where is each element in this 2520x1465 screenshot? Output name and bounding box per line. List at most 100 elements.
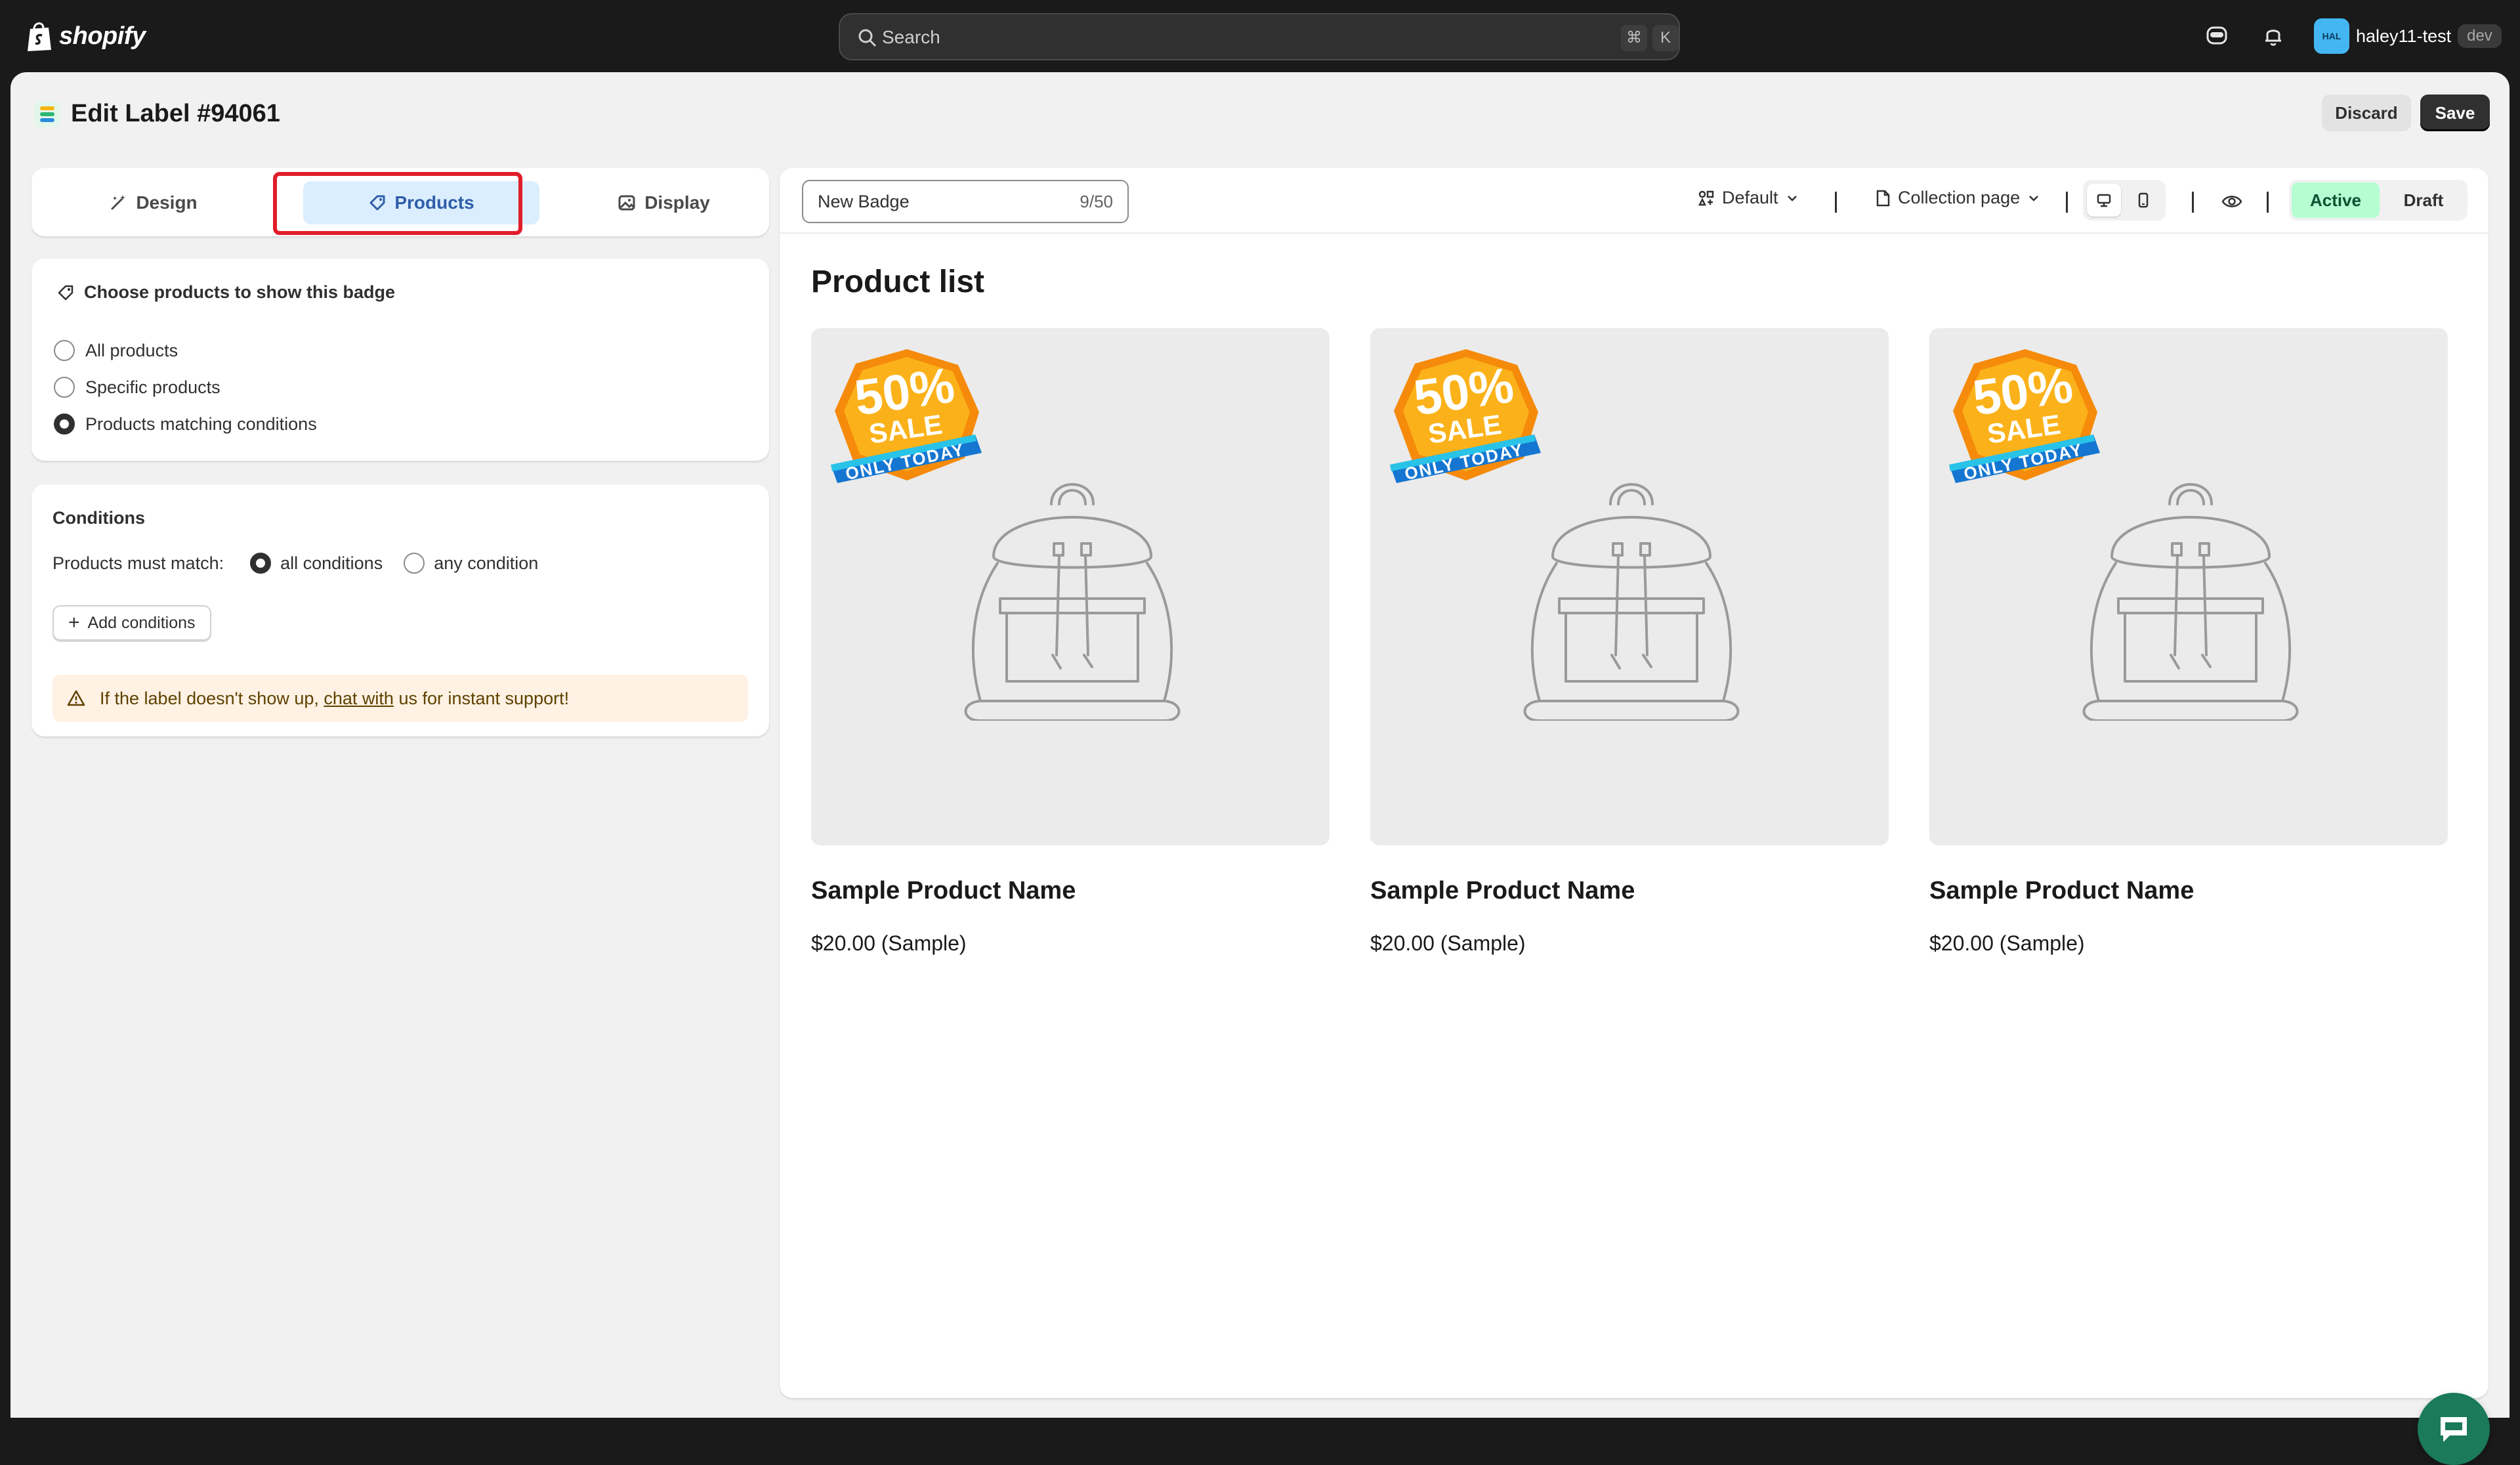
preview-toolbar: New Badge 9/50 Default Collection page A… (780, 168, 2488, 234)
user-menu[interactable]: HAL haley11-test dev (2314, 18, 2502, 54)
match-row: Products must match: all conditions any … (52, 553, 559, 574)
product-name: Sample Product Name (1929, 877, 2194, 904)
radio-circle[interactable] (54, 414, 75, 435)
radio-specific-products[interactable]: Specific products (54, 377, 220, 398)
backpack-placeholder-icon (2082, 483, 2299, 721)
radio-all-conditions[interactable]: all conditions (250, 553, 383, 574)
tab-products[interactable]: Products (303, 181, 539, 224)
editor-tabs: Design Products Display (32, 168, 769, 236)
shopify-logo[interactable]: shopify (25, 20, 146, 53)
top-bar: shopify Search ⌘ K HAL haley11-test dev (0, 0, 2520, 72)
product-card: 50% SALE ONLY TODAY Sample Product Name … (811, 328, 1330, 956)
status-toggle: Active Draft (2289, 180, 2468, 221)
style-select[interactable]: Default (1697, 188, 1799, 208)
product-image: 50% SALE ONLY TODAY (811, 328, 1330, 845)
add-conditions-button[interactable]: + Add conditions (52, 605, 211, 641)
magic-wand-icon (111, 195, 126, 210)
page-title: Edit Label #94061 (71, 100, 280, 127)
radio-label: Products matching conditions (85, 414, 317, 434)
desktop-view-button[interactable] (2087, 184, 2121, 217)
radio-circle[interactable] (404, 553, 425, 574)
product-card: 50% SALE ONLY TODAY Sample Product Name … (1370, 328, 1889, 956)
toolbar-divider (1835, 192, 1837, 213)
plus-icon: + (68, 612, 80, 633)
chat-with-link[interactable]: chat with (324, 689, 394, 708)
search-icon (858, 29, 877, 47)
char-counter: 9/50 (1080, 191, 1113, 211)
layout-options-icon (1698, 190, 1714, 205)
product-selection-card: Choose products to show this badge All p… (32, 259, 769, 461)
status-draft-button[interactable]: Draft (2382, 182, 2465, 218)
save-button[interactable]: Save (2420, 95, 2490, 131)
notification-bell-icon[interactable] (2260, 22, 2286, 49)
store-badge: dev (2458, 24, 2502, 48)
product-price: $20.00 (Sample) (1929, 931, 2085, 955)
radio-all-products[interactable]: All products (54, 340, 178, 361)
tab-design[interactable]: Design (32, 181, 274, 224)
product-image: 50% SALE ONLY TODAY (1929, 328, 2448, 845)
product-price: $20.00 (Sample) (811, 931, 967, 955)
support-text-prefix: If the label doesn't show up, (100, 688, 324, 708)
toolbar-divider (2192, 192, 2194, 213)
backpack-placeholder-icon (1523, 483, 1740, 721)
toolbar-divider (2267, 192, 2269, 213)
backpack-placeholder-icon (964, 483, 1181, 721)
radio-any-condition[interactable]: any condition (404, 553, 538, 574)
chat-support-button[interactable] (2418, 1393, 2490, 1465)
support-banner: If the label doesn't show up, chat with … (52, 675, 748, 722)
user-name: haley11-test (2356, 26, 2452, 46)
page-header: Edit Label #94061 (34, 100, 280, 128)
conditions-heading: Conditions (52, 508, 145, 528)
discard-button[interactable]: Discard (2322, 95, 2411, 131)
support-text: If the label doesn't show up, chat with … (100, 689, 569, 709)
product-list-title: Product list (811, 265, 985, 299)
page-icon (1876, 190, 1890, 206)
product-image: 50% SALE ONLY TODAY (1370, 328, 1889, 845)
search-bar[interactable]: Search ⌘ K (839, 13, 1680, 60)
desktop-icon (2097, 194, 2111, 207)
radio-label: all conditions (280, 553, 383, 573)
radio-circle[interactable] (54, 377, 75, 398)
radio-label: Specific products (85, 377, 220, 397)
section-heading: Choose products to show this badge (56, 282, 395, 303)
tab-label: Display (644, 192, 710, 213)
preview-eye-icon[interactable] (2221, 190, 2243, 213)
mobile-view-button[interactable] (2126, 184, 2160, 217)
conditions-card: Conditions Products must match: all cond… (32, 484, 769, 736)
radio-circle[interactable] (250, 553, 272, 574)
shortcut-cmd-key: ⌘ (1621, 25, 1647, 51)
chevron-down-icon (2029, 195, 2039, 202)
shortcut-k-key: K (1652, 25, 1679, 51)
radio-label: All products (85, 340, 178, 360)
sidekick-icon[interactable] (2204, 22, 2230, 49)
product-card: 50% SALE ONLY TODAY Sample Product Name … (1929, 328, 2448, 956)
radio-circle[interactable] (54, 340, 75, 361)
product-name: Sample Product Name (1370, 877, 1635, 904)
product-name: Sample Product Name (811, 877, 1076, 904)
badge-name-value: New Badge (818, 191, 910, 211)
brand-name: shopify (59, 22, 146, 50)
radio-label: any condition (434, 553, 539, 573)
search-placeholder: Search (882, 27, 940, 47)
app-frame: Edit Label #94061 Discard Save Design Pr… (10, 72, 2510, 1465)
toolbar-divider (2066, 192, 2068, 213)
support-text-suffix: us for instant support! (393, 688, 570, 708)
page-select-value: Collection page (1898, 188, 2021, 207)
avatar: HAL (2314, 18, 2349, 54)
tab-label: Design (136, 192, 198, 213)
page-select[interactable]: Collection page (1874, 188, 2041, 208)
device-toggle (2083, 180, 2166, 221)
tag-icon (369, 195, 385, 211)
tab-display[interactable]: Display (542, 181, 785, 224)
tag-icon (58, 285, 74, 300)
shopify-bag-icon (28, 22, 51, 51)
product-price: $20.00 (Sample) (1370, 931, 1526, 955)
image-icon (618, 195, 635, 211)
status-active-button[interactable]: Active (2292, 182, 2380, 218)
warning-icon (67, 690, 85, 706)
style-select-value: Default (1722, 188, 1778, 207)
badge-name-input[interactable]: New Badge 9/50 (802, 180, 1129, 223)
heading-text: Choose products to show this badge (84, 282, 396, 302)
chat-bubble-icon (2441, 1417, 2467, 1442)
radio-matching-conditions[interactable]: Products matching conditions (54, 414, 317, 435)
